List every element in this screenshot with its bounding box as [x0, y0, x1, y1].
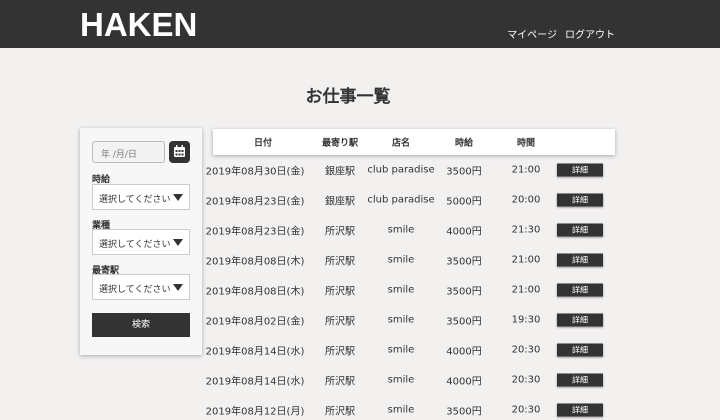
station-select[interactable]: 選択してください	[92, 274, 190, 300]
table-row: 2019年08月14日(水) 所沢駅 smile 4000円 20:30 詳細	[206, 340, 615, 360]
cell-date: 2019年08月12日(月)	[205, 406, 305, 418]
col-date: 日付	[253, 138, 273, 149]
cell-station: 所沢駅	[325, 376, 355, 388]
table-row: 2019年08月12日(月) 所沢駅 smile 3500円 20:30 詳細	[206, 400, 615, 420]
industry-select[interactable]: 選択してください	[92, 229, 190, 255]
cell-wage: 4000円	[446, 346, 482, 358]
cell-date: 2019年08月02日(金)	[205, 316, 305, 328]
col-time: 時間	[516, 138, 536, 149]
cell-shop: smile	[387, 284, 415, 296]
wage-select[interactable]: 選択してください	[92, 184, 190, 210]
table-header: 日付 最寄り駅 店名 時給 時間	[213, 129, 615, 155]
detail-button[interactable]: 詳細	[557, 223, 603, 237]
detail-button[interactable]: 詳細	[557, 193, 603, 207]
cell-time: 20:00	[511, 194, 541, 206]
detail-button[interactable]: 詳細	[557, 373, 603, 387]
cell-time: 21:00	[511, 284, 541, 296]
col-wage: 時給	[454, 138, 474, 149]
cell-shop: smile	[387, 224, 415, 236]
detail-button[interactable]: 詳細	[557, 253, 603, 267]
detail-button[interactable]: 詳細	[557, 283, 603, 297]
col-station: 最寄り駅	[321, 138, 359, 149]
logo[interactable]: HAKEN	[80, 6, 197, 44]
cell-date: 2019年08月08日(木)	[205, 256, 305, 268]
cell-time: 20:30	[511, 404, 541, 416]
cell-date: 2019年08月08日(木)	[205, 286, 305, 298]
table-row: 2019年08月08日(木) 所沢駅 smile 3500円 21:00 詳細	[206, 280, 615, 300]
date-input[interactable]: 年 /月/日	[92, 141, 165, 163]
cell-shop: club paradise	[367, 194, 435, 206]
cell-station: 所沢駅	[325, 256, 355, 268]
cell-station: 所沢駅	[325, 226, 355, 238]
cell-wage: 4000円	[446, 376, 482, 388]
cell-station: 所沢駅	[325, 286, 355, 298]
cell-station: 所沢駅	[325, 316, 355, 328]
search-panel: 年 /月/日 時給 選択してください 業種 選択してください 最寄駅 選択してく…	[80, 128, 202, 355]
calendar-icon[interactable]	[169, 141, 190, 163]
cell-station: 銀座駅	[325, 166, 355, 178]
cell-time: 21:00	[511, 254, 541, 266]
cell-shop: club paradise	[367, 164, 435, 176]
header: HAKEN マイページ ログアウト	[0, 0, 720, 48]
cell-wage: 4000円	[446, 226, 482, 238]
cell-date: 2019年08月14日(水)	[205, 346, 305, 358]
cell-time: 19:30	[511, 314, 541, 326]
cell-time: 20:30	[511, 344, 541, 356]
table-row: 2019年08月08日(木) 所沢駅 smile 3500円 21:00 詳細	[206, 250, 615, 270]
table-row: 2019年08月02日(金) 所沢駅 smile 3500円 19:30 詳細	[206, 310, 615, 330]
cell-wage: 3500円	[446, 256, 482, 268]
cell-time: 21:30	[511, 224, 541, 236]
nav-mypage[interactable]: マイページ	[507, 26, 557, 41]
cell-shop: smile	[387, 314, 415, 326]
detail-button[interactable]: 詳細	[557, 403, 603, 417]
cell-wage: 3500円	[446, 406, 482, 418]
cell-shop: smile	[387, 344, 415, 356]
cell-shop: smile	[387, 374, 415, 386]
cell-date: 2019年08月30日(金)	[205, 166, 305, 178]
cell-station: 銀座駅	[325, 196, 355, 208]
page-title: お仕事一覧	[305, 87, 391, 107]
detail-button[interactable]: 詳細	[557, 313, 603, 327]
cell-wage: 3500円	[446, 316, 482, 328]
search-button[interactable]: 検索	[92, 313, 190, 337]
cell-time: 20:30	[511, 374, 541, 386]
cell-date: 2019年08月23日(金)	[205, 226, 305, 238]
nav: マイページ ログアウト	[507, 26, 615, 41]
cell-wage: 3500円	[446, 166, 482, 178]
cell-station: 所沢駅	[325, 346, 355, 358]
cell-date: 2019年08月14日(水)	[205, 376, 305, 388]
cell-station: 所沢駅	[325, 406, 355, 418]
cell-wage: 3500円	[446, 286, 482, 298]
cell-time: 21:00	[511, 164, 541, 176]
col-shop: 店名	[391, 138, 411, 149]
table-row: 2019年08月30日(金) 銀座駅 club paradise 3500円 21:00…	[206, 160, 615, 180]
table-row: 2019年08月14日(水) 所沢駅 smile 4000円 20:30 詳細	[206, 370, 615, 390]
cell-shop: smile	[387, 254, 415, 266]
nav-logout[interactable]: ログアウト	[565, 26, 615, 41]
detail-button[interactable]: 詳細	[557, 343, 603, 357]
table-row: 2019年08月23日(金) 銀座駅 club paradise 5000円 20:00…	[206, 190, 615, 210]
cell-wage: 5000円	[446, 196, 482, 208]
cell-date: 2019年08月23日(金)	[205, 196, 305, 208]
table-row: 2019年08月23日(金) 所沢駅 smile 4000円 21:30 詳細	[206, 220, 615, 240]
cell-shop: smile	[387, 404, 415, 416]
detail-button[interactable]: 詳細	[557, 163, 603, 177]
